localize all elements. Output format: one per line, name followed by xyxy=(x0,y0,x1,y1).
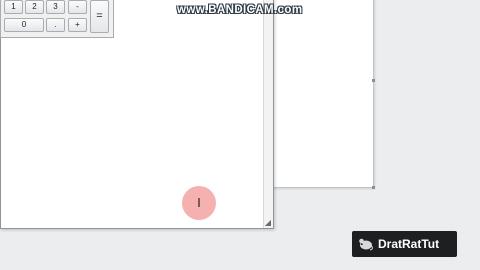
minus-button[interactable]: - xyxy=(68,0,87,14)
resize-handle[interactable] xyxy=(372,79,375,82)
resize-grip[interactable] xyxy=(372,186,375,189)
calculator-keypad: 1 2 3 - 0 . + = xyxy=(0,0,114,38)
key-2-button[interactable]: 2 xyxy=(25,0,44,14)
mouse-click-indicator xyxy=(182,186,216,220)
equals-button[interactable]: = xyxy=(90,0,109,33)
key-3-button[interactable]: 3 xyxy=(46,0,65,14)
channel-name: DratRatTut xyxy=(378,237,440,251)
plus-button[interactable]: + xyxy=(68,18,87,32)
key-1-button[interactable]: 1 xyxy=(4,0,23,14)
channel-badge: DratRatTut xyxy=(352,231,457,257)
key-0-button[interactable]: 0 xyxy=(4,18,44,32)
recorder-watermark: www.BANDICAM.com xyxy=(177,4,303,16)
vertical-scrollbar[interactable]: ◢ xyxy=(263,0,273,228)
text-cursor-icon xyxy=(198,198,200,207)
background-window xyxy=(262,0,375,189)
scroll-down-arrow-icon[interactable]: ◢ xyxy=(264,219,272,227)
rat-logo-icon xyxy=(359,238,373,251)
decimal-point-button[interactable]: . xyxy=(46,18,65,32)
